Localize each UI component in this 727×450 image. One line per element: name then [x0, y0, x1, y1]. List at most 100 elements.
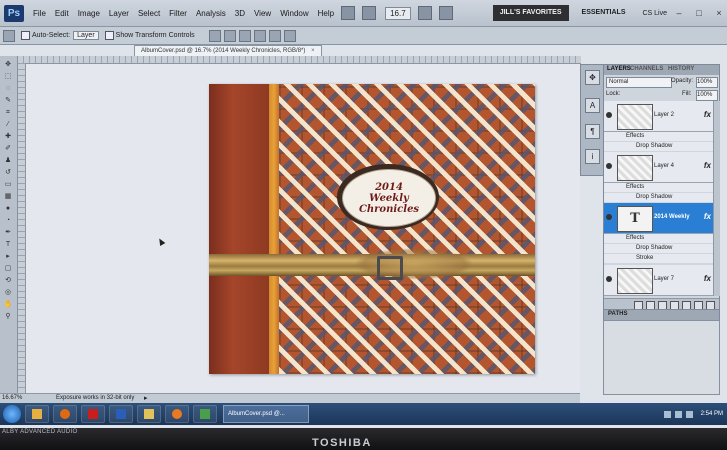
effects-row[interactable]: Effects: [604, 132, 713, 141]
fx-icon[interactable]: fx: [704, 161, 711, 170]
blur-tool-icon[interactable]: ●: [3, 204, 13, 213]
effects-row[interactable]: Effects: [604, 234, 713, 243]
tab-channels[interactable]: CHANNELS: [630, 66, 663, 72]
lasso-tool-icon[interactable]: ◌: [3, 84, 13, 93]
maximize-icon[interactable]: □: [691, 8, 707, 18]
character-icon[interactable]: A: [585, 98, 600, 113]
move-tool-icon[interactable]: ✥: [3, 60, 13, 69]
layer-row[interactable]: Layer 4 fx: [604, 152, 713, 183]
visibility-eye-icon[interactable]: [606, 214, 612, 220]
visibility-eye-icon[interactable]: [606, 112, 612, 118]
layers-scrollbar[interactable]: [713, 101, 720, 296]
taskbar-photoshop[interactable]: AlbumCover.psd @...: [223, 405, 309, 423]
align-right-icon[interactable]: [283, 29, 296, 42]
workspace-favorites-button[interactable]: JILL'S FAVORITES: [492, 5, 569, 21]
eraser-tool-icon[interactable]: ▭: [3, 180, 13, 189]
effect-row[interactable]: Drop Shadow: [604, 244, 713, 253]
screen-mode-icon[interactable]: [438, 6, 453, 20]
quick-select-tool-icon[interactable]: ✎: [3, 96, 13, 105]
visibility-eye-icon[interactable]: [606, 276, 612, 282]
move-tool-icon[interactable]: [3, 29, 15, 42]
auto-select-checkbox[interactable]: [21, 31, 30, 40]
clock[interactable]: 2:54 PM: [701, 411, 723, 418]
arrange-documents-icon[interactable]: [417, 6, 432, 20]
zoom-percentage[interactable]: 16.67%: [2, 395, 22, 401]
tab-layers[interactable]: LAYERS: [607, 66, 631, 72]
battery-icon[interactable]: [685, 410, 693, 418]
effect-row[interactable]: Drop Shadow: [604, 142, 713, 151]
effect-row[interactable]: Drop Shadow: [604, 193, 713, 202]
pen-tool-icon[interactable]: ✒: [3, 228, 13, 237]
menu-analysis[interactable]: Analysis: [196, 9, 226, 18]
vertical-ruler[interactable]: [18, 63, 26, 393]
align-bottom-icon[interactable]: [238, 29, 251, 42]
taskbar-app[interactable]: [53, 405, 77, 423]
align-top-icon[interactable]: [208, 29, 221, 42]
horizontal-ruler[interactable]: [18, 56, 581, 64]
3d-camera-tool-icon[interactable]: ◎: [3, 288, 13, 297]
align-middle-icon[interactable]: [223, 29, 236, 42]
auto-select-dropdown[interactable]: Layer: [73, 31, 99, 40]
crop-tool-icon[interactable]: ⌗: [3, 108, 13, 117]
clone-stamp-tool-icon[interactable]: ♟: [3, 156, 13, 165]
layer-row[interactable]: Layer 7 fx: [604, 265, 713, 296]
layer-row-selected[interactable]: T 2014 Weekly fx: [604, 203, 713, 234]
close-icon[interactable]: ×: [311, 48, 315, 54]
effects-row[interactable]: Effects: [604, 183, 713, 192]
opacity-field[interactable]: 100%: [696, 77, 718, 88]
menu-image[interactable]: Image: [78, 9, 100, 18]
shape-tool-icon[interactable]: ▢: [3, 264, 13, 273]
dodge-tool-icon[interactable]: ◔: [3, 216, 13, 225]
zoom-level-select[interactable]: 16.7: [385, 6, 411, 20]
menu-edit[interactable]: Edit: [55, 9, 69, 18]
menu-select[interactable]: Select: [138, 9, 160, 18]
gradient-tool-icon[interactable]: ▦: [3, 192, 13, 201]
workspace-essentials-button[interactable]: ESSENTIALS: [575, 5, 633, 21]
cs-live-button[interactable]: CS Live: [642, 10, 667, 17]
menu-filter[interactable]: Filter: [169, 9, 187, 18]
path-select-tool-icon[interactable]: ▸: [3, 252, 13, 261]
close-icon[interactable]: ×: [711, 8, 727, 18]
start-button[interactable]: [3, 405, 21, 423]
3d-rotate-tool-icon[interactable]: ⟲: [3, 276, 13, 285]
taskbar-app[interactable]: [81, 405, 105, 423]
volume-icon[interactable]: [674, 410, 682, 418]
menu-view[interactable]: View: [254, 9, 271, 18]
blend-mode-select[interactable]: Normal: [606, 77, 672, 88]
minimize-icon[interactable]: –: [671, 8, 687, 18]
menu-help[interactable]: Help: [318, 9, 334, 18]
fx-icon[interactable]: fx: [704, 274, 711, 283]
fx-icon[interactable]: fx: [704, 110, 711, 119]
taskbar-app[interactable]: [137, 405, 161, 423]
align-center-icon[interactable]: [268, 29, 281, 42]
type-tool-icon[interactable]: T: [3, 240, 13, 249]
taskbar-app[interactable]: [25, 405, 49, 423]
tool-presets-icon[interactable]: ✥: [585, 70, 600, 85]
brush-tool-icon[interactable]: ✐: [3, 144, 13, 153]
tab-paths[interactable]: PATHS: [608, 311, 627, 317]
layer-row[interactable]: Layer 2 fx: [604, 101, 713, 132]
menu-layer[interactable]: Layer: [109, 9, 129, 18]
network-icon[interactable]: [663, 410, 671, 418]
paragraph-icon[interactable]: ¶: [585, 124, 600, 139]
taskbar-app[interactable]: [193, 405, 217, 423]
marquee-tool-icon[interactable]: ⬚: [3, 72, 13, 81]
eyedropper-tool-icon[interactable]: ⁄: [3, 120, 13, 129]
zoom-tool-icon[interactable]: ⚲: [3, 312, 13, 321]
visibility-eye-icon[interactable]: [606, 163, 612, 169]
document-canvas[interactable]: 2014 Weekly Chronicles: [209, 84, 535, 374]
menu-file[interactable]: File: [33, 9, 46, 18]
align-left-icon[interactable]: [253, 29, 266, 42]
tab-history[interactable]: HISTORY: [668, 66, 694, 72]
bridge-icon[interactable]: [341, 6, 356, 20]
fill-field[interactable]: 100%: [696, 90, 718, 101]
menu-window[interactable]: Window: [280, 9, 308, 18]
status-menu-arrow-icon[interactable]: ▸: [144, 394, 148, 402]
history-brush-tool-icon[interactable]: ↺: [3, 168, 13, 177]
healing-tool-icon[interactable]: ✚: [3, 132, 13, 141]
show-transform-checkbox[interactable]: [104, 31, 114, 40]
effect-row[interactable]: Stroke: [604, 254, 713, 263]
menu-3d[interactable]: 3D: [235, 9, 245, 18]
taskbar-app[interactable]: [109, 405, 133, 423]
hand-tool-icon[interactable]: ✋: [3, 300, 13, 309]
